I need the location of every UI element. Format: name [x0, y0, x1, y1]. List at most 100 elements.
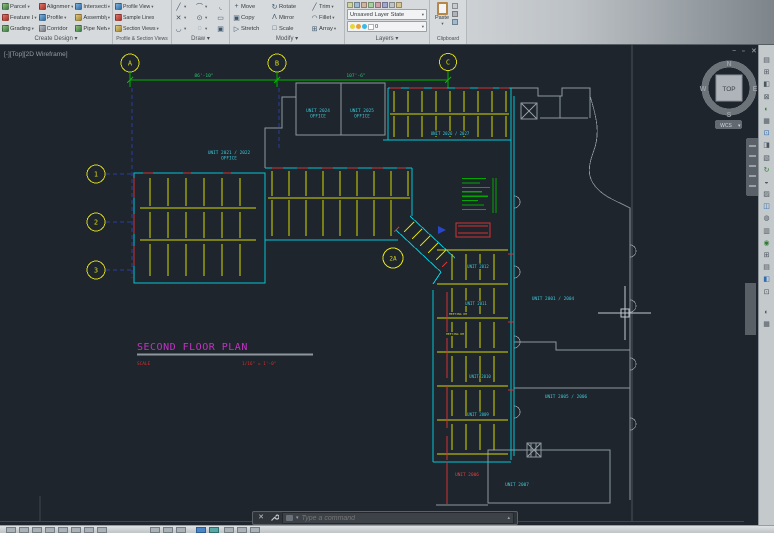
- scale-button[interactable]: □Scale: [270, 23, 308, 34]
- otrack-toggle[interactable]: [84, 527, 94, 533]
- sample-lines-button[interactable]: Sample Lines: [115, 12, 169, 23]
- command-settings-icon[interactable]: [269, 513, 279, 523]
- osnap-toggle[interactable]: [71, 527, 81, 533]
- lwt-toggle[interactable]: [163, 527, 173, 533]
- layer-prev-icon[interactable]: [389, 2, 395, 8]
- layer-off-icon[interactable]: [354, 2, 360, 8]
- line-button[interactable]: ╱▾: [174, 1, 193, 12]
- tool-dim-icon[interactable]: ◒: [761, 177, 773, 188]
- transparency-toggle[interactable]: [176, 527, 186, 533]
- arc-button[interactable]: ⌒▾: [195, 1, 214, 12]
- panel-label-layers[interactable]: Layers ▾: [345, 35, 429, 44]
- lock-ui-toggle[interactable]: [250, 527, 260, 533]
- scrollbar-thumb[interactable]: [745, 283, 756, 335]
- tool-block-icon[interactable]: ⊡: [761, 128, 773, 139]
- workspace-toggle[interactable]: [237, 527, 247, 533]
- viewcube-east[interactable]: E: [753, 86, 758, 93]
- layer-walk-icon[interactable]: [396, 2, 402, 8]
- command-input-field[interactable]: ▾ ▴: [282, 512, 514, 524]
- tool-erase-icon[interactable]: ⊠: [761, 92, 773, 103]
- command-close-icon[interactable]: ✕: [256, 513, 266, 523]
- polyline-button[interactable]: ◟: [216, 1, 230, 12]
- polar-toggle[interactable]: [58, 527, 68, 533]
- viewcube-north[interactable]: N: [726, 61, 731, 68]
- trim-button[interactable]: ╱Trim▾: [310, 1, 345, 12]
- layer-freeze-icon[interactable]: [368, 2, 374, 8]
- grading-button[interactable]: Grading▾: [2, 23, 37, 34]
- ellipse-arc-button[interactable]: ◡▾: [174, 23, 193, 34]
- tool-view-icon[interactable]: ◫: [761, 201, 773, 212]
- circle-button[interactable]: ⊙▾: [195, 12, 214, 23]
- layer-dropdown[interactable]: 0 ▾: [347, 21, 427, 32]
- layer-isolate-icon[interactable]: [361, 2, 367, 8]
- stretch-button[interactable]: ▷Stretch: [232, 23, 268, 34]
- tool-orbit-icon[interactable]: ◉: [761, 238, 773, 249]
- pipe-network-button[interactable]: Pipe Network▾: [75, 23, 110, 34]
- snap-toggle[interactable]: [19, 527, 29, 533]
- panel-label-profile-section[interactable]: Profile & Section Views: [113, 35, 171, 44]
- tool-polyline-icon[interactable]: ⊞: [761, 67, 773, 78]
- corridor-button[interactable]: Corridor: [39, 23, 74, 34]
- annotation-scale-toggle[interactable]: [224, 527, 234, 533]
- paste-button[interactable]: Paste ▾: [432, 1, 452, 27]
- hatch-button[interactable]: ✕▾: [174, 12, 193, 23]
- layer-state-dropdown[interactable]: Unsaved Layer State▾: [347, 9, 427, 20]
- parcel-button[interactable]: Parcel▾: [2, 1, 37, 12]
- viewcube-west[interactable]: W: [700, 86, 707, 93]
- tool-hatch-icon[interactable]: ▦: [761, 116, 773, 127]
- grid-toggle[interactable]: [32, 527, 42, 533]
- tool-undo-icon[interactable]: ↻: [761, 165, 773, 176]
- rectangle-button[interactable]: ▭: [216, 12, 230, 23]
- quick-view-toggle[interactable]: [209, 527, 219, 533]
- mirror-button[interactable]: ΛMirror: [270, 12, 308, 23]
- cut-icon[interactable]: [452, 3, 458, 9]
- layer-properties-icon[interactable]: [347, 2, 353, 8]
- viewport-label[interactable]: [-][Top][2D Wireframe]: [4, 51, 68, 58]
- tool-select-icon[interactable]: ▤: [761, 55, 773, 66]
- profile-view-button[interactable]: Profile View▾: [115, 1, 169, 12]
- tool-grid-icon[interactable]: ▤: [761, 262, 773, 273]
- panel-label-clipboard[interactable]: Clipboard: [430, 35, 466, 44]
- restore-icon[interactable]: ▫: [742, 48, 744, 55]
- viewcube-south[interactable]: S: [727, 112, 732, 119]
- ortho-toggle[interactable]: [45, 527, 55, 533]
- tool-layer-icon[interactable]: ◐: [761, 104, 773, 115]
- layer-lock-icon[interactable]: [375, 2, 381, 8]
- assembly-button[interactable]: Assembly▾: [75, 12, 110, 23]
- alignment-button[interactable]: Alignment▾: [39, 1, 74, 12]
- minimize-icon[interactable]: −: [732, 48, 736, 55]
- model-space-toggle[interactable]: [196, 527, 206, 533]
- tool-match-icon[interactable]: ⊡: [761, 287, 773, 298]
- dyn-toggle[interactable]: [150, 527, 160, 533]
- drawing-canvas[interactable]: [-][Top][2D Wireframe] − ▫ ✕ A B C 1 2 3…: [0, 45, 774, 525]
- panel-label-create-design[interactable]: Create Design ▾: [0, 35, 112, 44]
- tool-line-icon[interactable]: ◧: [761, 79, 773, 90]
- command-input[interactable]: [302, 514, 505, 523]
- rotate-button[interactable]: ↻Rotate: [270, 1, 308, 12]
- intersections-button[interactable]: Intersections▾: [75, 1, 110, 12]
- ducs-toggle[interactable]: [97, 527, 107, 533]
- command-history-icon[interactable]: ▴: [507, 515, 510, 521]
- feature-line-button[interactable]: Feature Line▾: [2, 12, 37, 23]
- close-icon[interactable]: ✕: [751, 48, 757, 55]
- panel-label-draw[interactable]: Draw ▾: [172, 35, 229, 44]
- copy-clip-icon[interactable]: [452, 11, 458, 17]
- infer-constraints-toggle[interactable]: [6, 527, 16, 533]
- wcs-label[interactable]: WCS: [720, 123, 732, 129]
- profile-button[interactable]: Profile▾: [39, 12, 74, 23]
- panel-label-modify[interactable]: Modify ▾: [230, 35, 344, 44]
- tool-text-icon[interactable]: ▧: [761, 153, 773, 164]
- move-button[interactable]: +Move: [232, 1, 268, 12]
- tool-extra2-icon[interactable]: ▦: [761, 319, 773, 330]
- copy-button[interactable]: ▣Copy: [232, 12, 268, 23]
- tool-table-icon[interactable]: ▨: [761, 189, 773, 200]
- tool-measure-icon[interactable]: ◨: [761, 140, 773, 151]
- fillet-button[interactable]: ◠Fillet▾: [310, 12, 345, 23]
- section-views-button[interactable]: Section Views▾: [115, 23, 169, 34]
- tool-props-icon[interactable]: ◧: [761, 274, 773, 285]
- ellipse-button[interactable]: ◌▾: [195, 23, 214, 34]
- layer-match-icon[interactable]: [382, 2, 388, 8]
- paste-special-icon[interactable]: [452, 19, 458, 25]
- tool-extra1-icon[interactable]: ◐: [761, 307, 773, 318]
- region-button[interactable]: ▣: [216, 23, 230, 34]
